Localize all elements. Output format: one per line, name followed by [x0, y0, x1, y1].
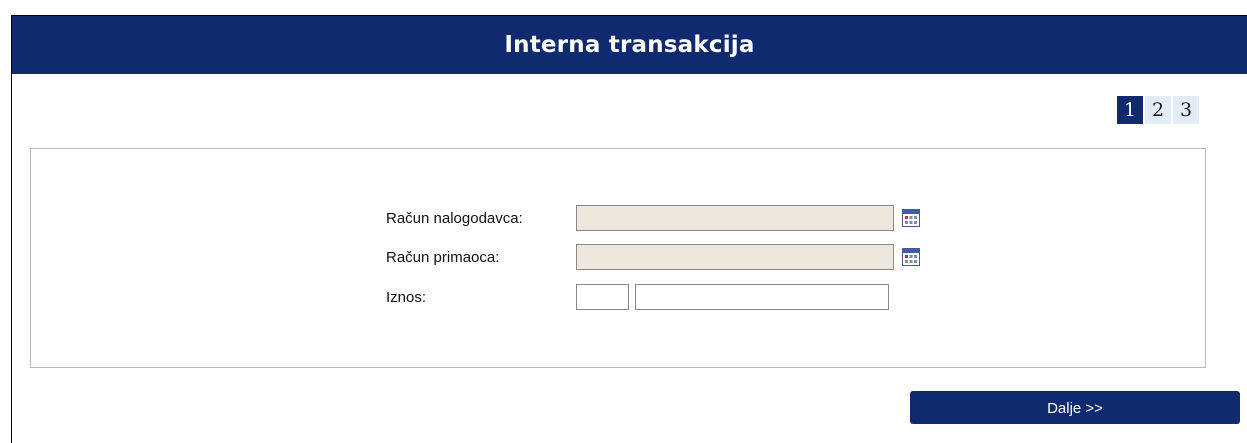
step-1: 1	[1117, 96, 1143, 124]
currency-field[interactable]	[576, 284, 629, 310]
step-indicator: 1 2 3	[1117, 96, 1199, 124]
amount-row: Iznos:	[386, 284, 889, 310]
recipient-account-field[interactable]	[576, 244, 894, 270]
recipient-account-label: Račun primaoca:	[386, 248, 500, 266]
account-picker-icon[interactable]	[902, 209, 920, 227]
step-2: 2	[1145, 96, 1171, 124]
next-button[interactable]: Dalje >>	[910, 391, 1240, 424]
payer-account-label: Račun nalogodavca:	[386, 209, 523, 227]
payer-account-field[interactable]	[576, 205, 894, 231]
amount-field[interactable]	[635, 284, 889, 310]
page-title: Interna transakcija	[12, 16, 1247, 74]
payer-account-row: Račun nalogodavca:	[386, 205, 920, 231]
step-3: 3	[1173, 96, 1199, 124]
amount-label: Iznos:	[386, 288, 427, 306]
account-picker-icon[interactable]	[902, 248, 920, 266]
recipient-account-row: Račun primaoca:	[386, 244, 920, 270]
